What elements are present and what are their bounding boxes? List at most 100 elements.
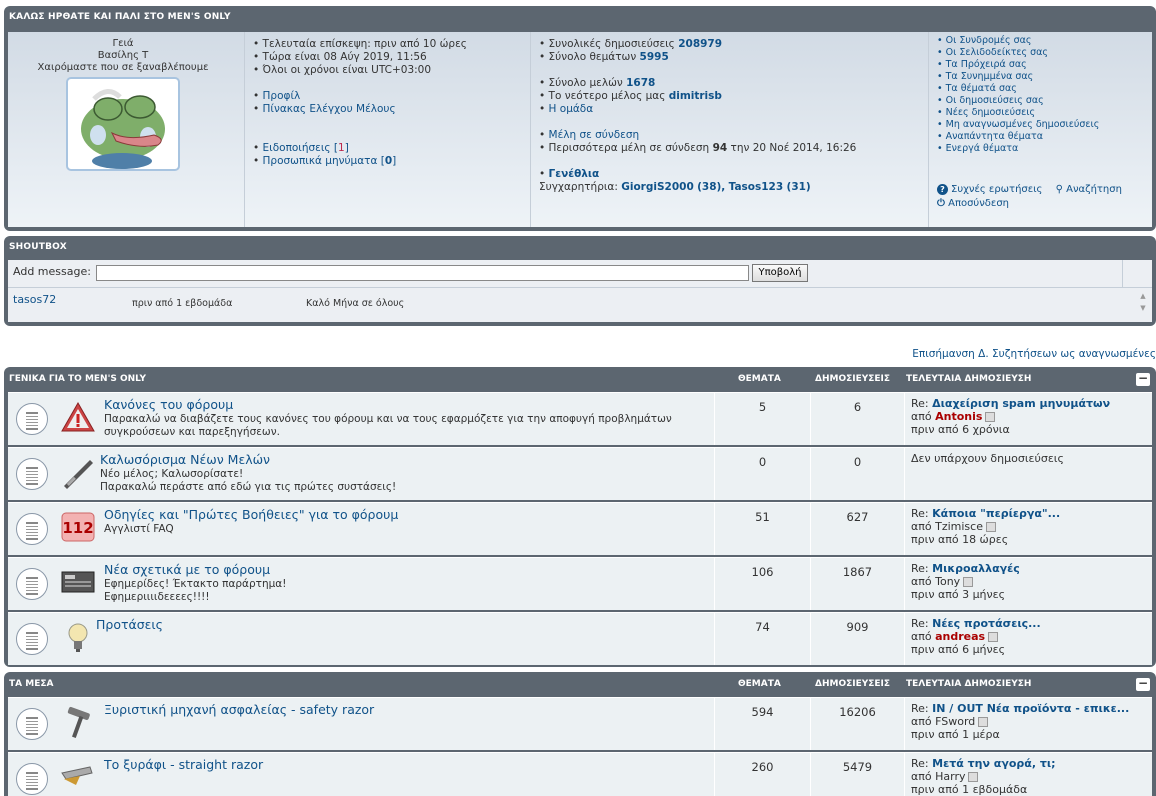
last-post-author[interactable]: Harry [935,770,965,783]
frog-avatar-icon [81,89,165,169]
topics-count: 51 [714,503,810,555]
mark-forums-read-link[interactable]: Επισήμανση Δ. Συζητήσεων ως αναγνωσμένες [912,348,1156,360]
last-post: Re: Κάποια "περίεργα"... από Tzimisce πριν… [904,503,1152,555]
forum-read-icon [16,708,48,740]
forum-title-link[interactable]: Καλωσόρισμα Νέων Μελών [100,452,270,467]
last-post-time: πριν από 1 μέρα [911,728,1000,741]
goto-post-icon[interactable] [963,577,974,587]
no-posts: Δεν υπάρχουν δημοσιεύσεις [904,448,1152,500]
forum-title-link[interactable]: Ξυριστική μηχανή ασφαλείας - safety razo… [104,702,374,717]
topics-count: 74 [714,613,810,665]
forum-description: Νέο μέλος; Καλωσορίσατε! Παρακαλώ περάστε… [100,468,397,493]
logout-link[interactable]: ⏻ Αποσύνδεση [937,198,1009,209]
newest-member-link[interactable]: dimitrisb [669,90,722,102]
goto-post-icon[interactable] [968,772,979,782]
forum-title-link[interactable]: Το ξυράφι - straight razor [104,757,263,772]
faq-link[interactable]: ? Συχνές ερωτήσεις [937,184,1042,195]
last-post-time: πριν από 6 χρόνια [911,423,1010,436]
last-post-link[interactable]: Κάποια "περίεργα"... [932,507,1060,520]
quick-link[interactable]: • Οι Συνδρομές σας [937,35,1156,47]
shout-time: πριν από 1 εβδομάδα [132,298,233,309]
last-post-link[interactable]: Νέες προτάσεις... [932,617,1041,630]
last-post-author[interactable]: Antonis [935,410,982,423]
forum-description: Παρακαλώ να διαβάζετε τους κανόνες του φ… [104,413,672,438]
lightbulb-icon [60,619,96,655]
forum-description: Αγγλιστί FAQ [104,523,174,535]
welcome-title: ΚΑΛΩΣ ΗΡΘΑΤΕ ΚΑΙ ΠΑΛΙ ΣΤΟ MEN'S ONLY [9,12,231,22]
quick-link[interactable]: • Τα Συνημμένα σας [937,71,1156,83]
quick-links: • Οι Συνδρομές σας • Οι Σελιδοδείκτες σας… [928,32,1156,227]
shoutbox-panel: SHOUTBOX Add message: Υποβολή tasos72 πρ… [4,236,1156,326]
total-members: 1678 [626,77,656,89]
shout-user[interactable]: tasos72 [13,293,56,306]
forum-read-icon [16,568,48,600]
col-topics: ΘΕΜΑΤΑ [738,374,781,384]
username: Βασίλης Τ [97,50,149,61]
notifications-count: 1 [338,142,345,154]
safety-razor-icon [60,704,96,740]
last-post-author[interactable]: Tzimisce [935,520,983,533]
quick-link[interactable]: • Αναπάντητα θέματα [937,131,1156,143]
quick-link[interactable]: • Τα Πρόχειρά σας [937,59,1156,71]
last-post-author[interactable]: andreas [935,630,985,643]
forum-row: Το ξυράφι - straight razor 260 5479 Re: Μετ… [8,752,1152,796]
last-post: Re: IN / OUT Νέα προϊόντα - επικε... από … [904,698,1152,750]
profile-link[interactable]: Προφίλ [263,90,301,102]
avatar[interactable] [66,77,180,171]
total-topics: 5995 [639,51,669,63]
ucp-link[interactable]: Πίνακας Ελέγχου Μέλους [263,103,396,115]
message-input[interactable] [96,265,749,281]
last-post-author[interactable]: Tony [935,575,960,588]
last-post-link[interactable]: Διαχείριση spam μηνυμάτων [932,397,1110,410]
quick-link[interactable]: • Νέες δημοσιεύσεις [937,107,1156,119]
newest-label: Το νεότερο μέλος μας [548,90,666,102]
col-last-post: ΤΕΛΕΥΤΑΙΑ ΔΗΜΟΣΙΕΥΣΗ [906,679,1032,689]
last-post-link[interactable]: IN / OUT Νέα προϊόντα - επικε... [932,702,1129,715]
quick-link[interactable]: • Οι δημοσιεύσεις σας [937,95,1156,107]
submit-button[interactable]: Υποβολή [752,264,808,282]
forum-read-icon [16,513,48,545]
forum-title-link[interactable]: Οδηγίες και "Πρώτες Βοήθειες" για το φόρ… [104,507,398,522]
topics-count: 5 [714,393,810,445]
birthdays-title: Γενέθλια [548,168,600,180]
shout-scrollbar[interactable]: ▲ ▼ [1138,290,1148,318]
posts-count: 909 [810,613,904,665]
straight-razor-icon [60,759,96,795]
topics-count: 0 [714,448,810,500]
forum-title-link[interactable]: Νέα σχετικά με το φόρουμ [104,562,270,577]
quick-link[interactable]: • Ενεργά θέματα [937,143,1156,155]
goto-post-icon[interactable] [985,522,996,532]
forum-title-link[interactable]: Κανόνες του φόρουμ [104,397,233,412]
quick-link[interactable]: • Τα θέματά σας [937,83,1156,95]
goto-post-icon[interactable] [978,717,989,727]
last-post: Re: Διαχείριση spam μηνυμάτων από Antonis… [904,393,1152,445]
last-post-author[interactable]: FSword [935,715,975,728]
collapse-button[interactable]: − [1136,677,1150,691]
greeting: Γειά [112,38,134,49]
quick-link[interactable]: • Οι Σελιδοδείκτες σας [937,47,1156,59]
search-link[interactable]: ⚲ Αναζήτηση [1056,184,1122,195]
question-icon: ? [937,184,948,195]
quick-link[interactable]: • Μη αναγνωσμένες δημοσιεύσεις [937,119,1156,131]
goto-post-icon[interactable] [988,632,999,642]
team-link[interactable]: Η ομάδα [549,103,594,115]
shout-text: Καλό Μήνα σε όλους [306,298,405,309]
category-title: ΤΑ ΜΕΣΑ [9,679,54,689]
total-members-label: Σύνολο μελών [548,77,623,89]
last-post-link[interactable]: Μικροαλλαγές [932,562,1020,575]
collapse-button[interactable]: − [1136,372,1150,386]
forum-title-link[interactable]: Προτάσεις [96,617,163,632]
pm-link[interactable]: Προσωπικά μηνύματα [0] [263,155,397,167]
goto-post-icon[interactable] [985,412,996,422]
svg-text:112: 112 [62,519,93,537]
last-post-time: πριν από 3 μήνες [911,588,1006,601]
birthday-user-2[interactable]: Tasos123 [729,181,784,193]
current-time: • Τώρα είναι 08 Αύγ 2019, 11:56 [253,51,427,63]
forum-row: 112 Οδηγίες και "Πρώτες Βοήθειες" για το … [8,502,1152,555]
last-post-time: πριν από 18 ώρες [911,533,1009,546]
online-link[interactable]: Μέλη σε σύνδεση [549,129,640,141]
last-post-link[interactable]: Μετά την αγορά, τι; [932,757,1055,770]
birthday-user-1[interactable]: GiorgiS2000 [621,181,694,193]
category-media: ΤΑ ΜΕΣΑ ΘΕΜΑΤΑ ΔΗΜΟΣΙΕΥΣΕΙΣ ΤΕΛΕΥΤΑΙΑ ΔΗ… [4,672,1156,796]
notifications-link[interactable]: Ειδοποιήσεις [1] [263,142,349,154]
